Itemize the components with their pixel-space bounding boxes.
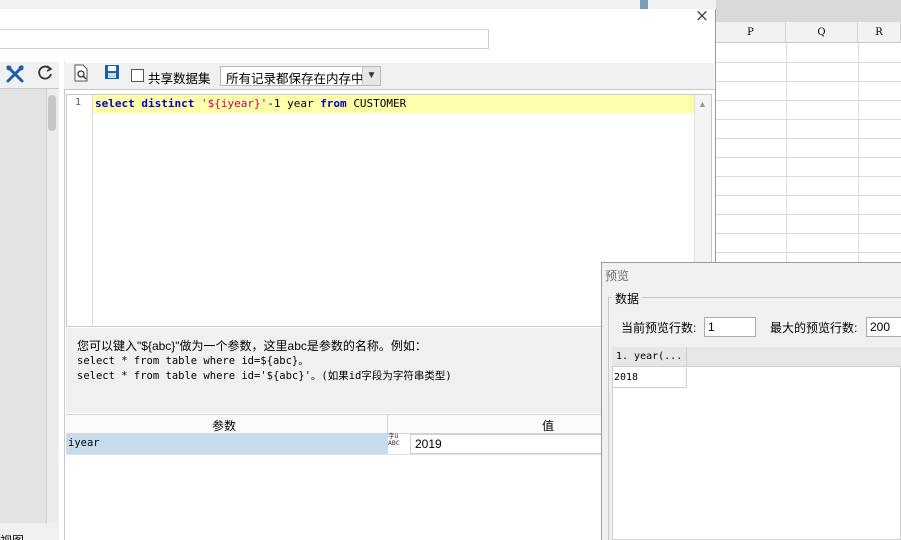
sheet-grid-line (716, 119, 901, 120)
param-column-header[interactable]: 参数 (212, 417, 236, 434)
save-icon[interactable] (101, 64, 123, 86)
hint-line-3: select * from table where id='${abc}'。(如… (77, 370, 452, 382)
hint-line-2: select * from table where id=${abc}。 (77, 355, 309, 367)
sql-string: '${iyear}' (200, 97, 268, 110)
sql-text: CUSTOMER (353, 97, 407, 110)
current-rows-value: 1 (708, 320, 715, 334)
preview-title: 预览 (605, 269, 630, 283)
string-type-icon[interactable]: 字U ABC (388, 433, 408, 453)
param-value-text: 2019 (415, 437, 442, 451)
sheet-grid-line (716, 138, 901, 139)
grid-header-separator (686, 347, 687, 367)
value-column-header[interactable]: 值 (542, 417, 554, 434)
sql-keyword: from (320, 97, 347, 110)
table-row[interactable] (66, 434, 388, 454)
line-number-gutter (67, 95, 93, 326)
refresh-icon[interactable] (34, 64, 56, 86)
share-dataset-checkbox[interactable] (131, 69, 144, 82)
scroll-up-icon[interactable]: ▲ (698, 99, 707, 109)
sheet-grid-line (716, 62, 901, 63)
sheet-grid-line (716, 81, 901, 82)
grid-cell-value: 2018 (614, 372, 639, 383)
current-rows-label: 当前预览行数: (621, 321, 697, 335)
preview-icon[interactable] (70, 64, 92, 86)
group-border (608, 297, 612, 298)
sheet-grid-line (716, 195, 901, 196)
line-number: 1 (75, 97, 82, 108)
storage-mode-value: 所有记录都保存在内存中 (226, 72, 364, 86)
sheet-grid-line (716, 176, 901, 177)
header-separator (387, 414, 388, 434)
sheet-grid-line (716, 252, 901, 253)
sql-text: -1 year (267, 97, 314, 110)
param-name-cell[interactable]: iyear (68, 437, 100, 449)
dataset-name-field[interactable] (0, 29, 489, 49)
sheet-grid-line (716, 214, 901, 215)
type-icon-bottom: ABC (388, 439, 400, 447)
hint-line-1: 您可以键入"${abc}"做为一个参数，这里abc是参数的名称。例如： (77, 339, 427, 353)
chevron-down-icon[interactable]: ▼ (362, 67, 380, 85)
sql-code-line[interactable]: select distinct '${iyear}'-1 year from C… (95, 96, 406, 111)
left-scrollbar-thumb[interactable] (48, 95, 56, 131)
max-rows-value: 200 (870, 320, 891, 334)
sheet-grid-line (716, 157, 901, 158)
share-dataset-label: 共享数据集 (148, 72, 211, 86)
sheet-grid-line (716, 233, 901, 234)
grid-column-header[interactable]: 1. year(... (616, 351, 682, 362)
max-rows-label: 最大的预览行数: (770, 321, 858, 335)
left-bottom-label: 视图 (0, 532, 24, 540)
left-scrollbar[interactable] (46, 89, 58, 523)
sheet-grid-line (716, 100, 901, 101)
sql-keyword: select distinct (95, 97, 195, 110)
column-header-p[interactable]: P (716, 22, 786, 43)
group-border (608, 297, 609, 540)
sheet-top-band (716, 0, 901, 22)
data-group-label: 数据 (614, 290, 641, 307)
column-header-q[interactable]: Q (786, 22, 858, 43)
group-border (642, 297, 901, 298)
column-header-r[interactable]: R (858, 22, 901, 43)
close-icon[interactable]: × (693, 7, 711, 25)
tools-icon[interactable] (4, 64, 26, 86)
